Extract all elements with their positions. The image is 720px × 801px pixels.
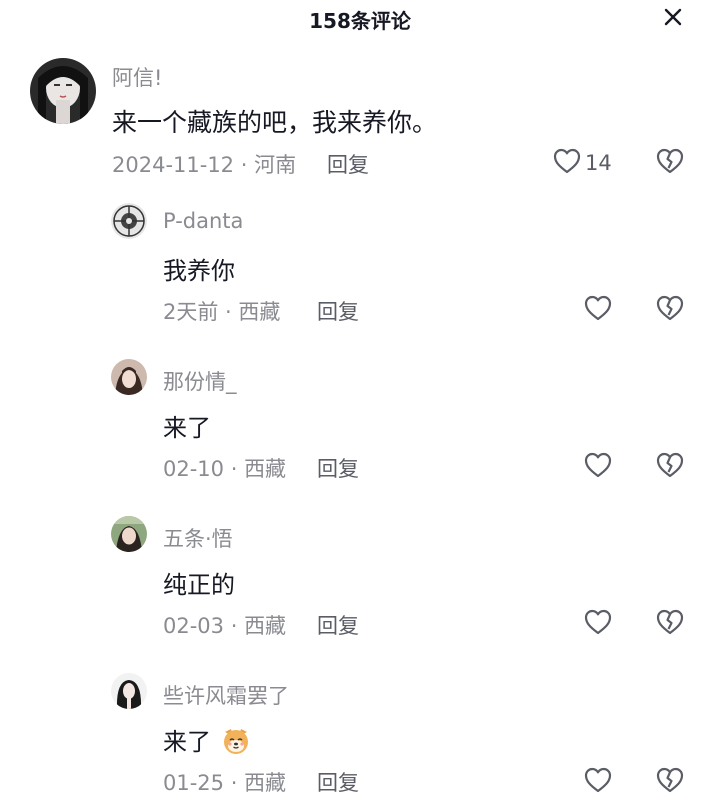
comment-text: 我养你: [163, 257, 235, 285]
comment-username[interactable]: 那份情_​: [163, 366, 237, 396]
meta-separator: ·: [234, 153, 255, 177]
comment-meta: 02-03 · 西藏: [163, 610, 286, 640]
comment-meta: 2024-11-12 · 河南: [112, 149, 296, 179]
heart-outline-icon: [553, 148, 581, 178]
like-count: 14: [585, 151, 612, 175]
avatar[interactable]: [111, 516, 147, 552]
comment-username[interactable]: 阿信!: [112, 62, 162, 92]
comment-username[interactable]: 五条·悟: [163, 523, 233, 553]
broken-heart-icon[interactable]: [656, 295, 684, 325]
comment-location: 西藏: [238, 300, 281, 324]
comment-text: 来了: [163, 722, 251, 762]
comment-date: 02-03: [163, 614, 225, 638]
like-button[interactable]: 14: [553, 148, 612, 178]
meta-separator: ·: [224, 457, 245, 481]
reply-button[interactable]: 回复: [317, 453, 359, 483]
comments-count-title: 158条评论: [309, 9, 411, 33]
like-button[interactable]: [584, 452, 612, 482]
reply-button[interactable]: 回复: [317, 610, 359, 640]
comment-text: 来了: [163, 414, 211, 442]
avatar[interactable]: [111, 203, 147, 239]
like-button[interactable]: [584, 767, 612, 797]
comment-text: 纯正的: [163, 571, 235, 599]
like-button[interactable]: [584, 609, 612, 639]
comment-date: 2天前: [163, 300, 219, 324]
like-button[interactable]: [584, 295, 612, 325]
reply-button[interactable]: 回复: [317, 767, 359, 797]
avatar[interactable]: [111, 673, 147, 709]
comment-location: 西藏: [244, 771, 287, 795]
heart-outline-icon: [584, 452, 612, 482]
close-icon[interactable]: [660, 4, 686, 30]
comment-location: 西藏: [244, 614, 287, 638]
heart-outline-icon: [584, 609, 612, 639]
comment-text-value: 来了: [163, 728, 211, 756]
broken-heart-icon[interactable]: [656, 148, 684, 178]
avatar[interactable]: [30, 58, 96, 124]
meta-separator: ·: [218, 300, 239, 324]
comment-location: 河南: [254, 153, 297, 177]
meta-separator: ·: [224, 614, 245, 638]
comment-date: 01-25: [163, 771, 225, 795]
comment-date: 2024-11-12: [112, 153, 235, 177]
avatar[interactable]: [111, 359, 147, 395]
reply-button[interactable]: 回复: [327, 149, 369, 179]
shiba-dog-emoji-icon: [221, 726, 251, 762]
reply-button[interactable]: 回复: [317, 296, 359, 326]
comment-username[interactable]: 些许风霜罢了: [163, 680, 289, 710]
comments-header: 158条评论: [0, 0, 720, 36]
comment-username[interactable]: P-danta: [163, 209, 243, 233]
comment-text: 来一个藏族的吧，我来养你。: [112, 108, 438, 137]
comment-meta: 2天前 · 西藏: [163, 296, 280, 326]
meta-separator: ·: [224, 771, 245, 795]
heart-outline-icon: [584, 295, 612, 325]
comment-location: 西藏: [244, 457, 287, 481]
comment-date: 02-10: [163, 457, 225, 481]
broken-heart-icon[interactable]: [656, 609, 684, 639]
heart-outline-icon: [584, 767, 612, 797]
comment-meta: 02-10 · 西藏: [163, 453, 286, 483]
comment-meta: 01-25 · 西藏: [163, 767, 286, 797]
broken-heart-icon[interactable]: [656, 452, 684, 482]
broken-heart-icon[interactable]: [656, 767, 684, 797]
